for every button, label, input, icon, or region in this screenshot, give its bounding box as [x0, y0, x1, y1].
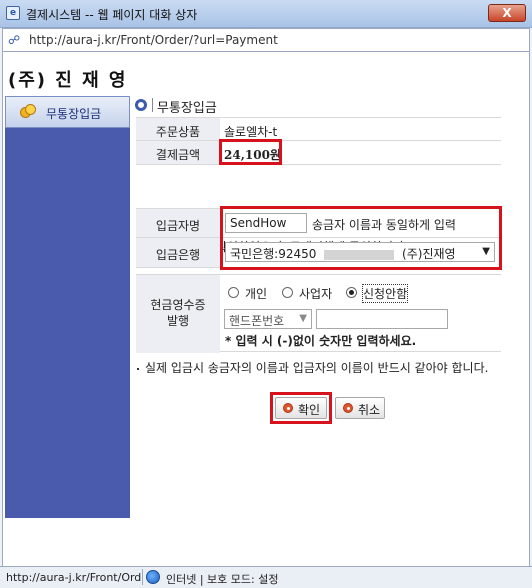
depositor-label: 입금자명 [136, 209, 220, 237]
close-button[interactable]: X [488, 4, 526, 22]
amount-highlight [219, 139, 282, 165]
status-bar: http://aura-j.kr/Front/Ord 인터넷 | 보호 모드: … [0, 566, 532, 588]
ring-bullet-icon [135, 99, 147, 111]
amount-label: 결제금액 [136, 141, 220, 164]
receipt-number-input[interactable] [316, 309, 448, 329]
window-titlebar: e 결제시스템 -- 웹 페이지 대화 상자 X [0, 0, 532, 28]
security-zone: 인터넷 | 보호 모드: 설정 [166, 573, 279, 586]
cash-receipt-label: 현금영수증 발행 [136, 275, 220, 353]
sidebar: 무통장입금 [5, 96, 130, 518]
notice-body: 실제 입금시 송금자의 이름과 입금자의 이름이 반드시 같아야 합니다. [145, 361, 489, 375]
dropdown-arrow-icon: ▼ [299, 313, 307, 324]
cancel-button[interactable]: 취소 [335, 397, 385, 419]
ie-icon: e [6, 6, 20, 20]
receipt-type-select[interactable]: 핸드폰번호 ▼ [224, 309, 312, 329]
radio-business-label: 사업자 [299, 287, 333, 301]
product-row: 주문상품 솔로엘차-t [136, 117, 501, 141]
page-icon: ☍ [8, 33, 21, 47]
product-label: 주문상품 [136, 118, 220, 140]
divider [152, 98, 153, 112]
radio-none[interactable] [346, 287, 357, 298]
amount-row: 결제금액 24,100원 [136, 141, 501, 165]
sidebar-item-bank-transfer[interactable]: 무통장입금 [5, 96, 130, 128]
radio-personal-label: 개인 [245, 287, 268, 301]
company-name: (주) 진 재 영 [8, 70, 128, 91]
cancel-label: 취소 [358, 403, 381, 417]
depositor-highlight [220, 206, 502, 270]
bullet [137, 367, 139, 370]
radio-personal[interactable] [228, 287, 239, 298]
sidebar-item-label: 무통장입금 [46, 107, 102, 121]
confirm-highlight [270, 392, 332, 424]
cash-receipt-label-line2: 발행 [166, 314, 190, 328]
address-url: http://aura-j.kr/Front/Order/?url=Paymen… [29, 33, 278, 47]
radio-business[interactable] [282, 287, 293, 298]
bank-label: 입금은행 [136, 238, 220, 267]
divider [142, 569, 143, 585]
bullet-icon [343, 403, 353, 413]
receipt-type-value: 핸드폰번호 [229, 314, 285, 328]
radio-none-label: 신청안함 [361, 284, 409, 303]
address-bar: ☍ http://aura-j.kr/Front/Order/?url=Paym… [2, 28, 530, 52]
globe-icon [146, 570, 160, 584]
coins-icon [20, 104, 36, 120]
product-value: 솔로엘차-t [224, 125, 278, 139]
page-content: (주) 진 재 영 무통장입금 무통장입금 주문상품 솔로엘차-t 결제금액 2… [2, 52, 530, 566]
notice-text: 실제 입금시 송금자의 이름과 입금자의 이름이 반드시 같아야 합니다. [137, 360, 507, 376]
receipt-note: * 입력 시 (-)없이 숫자만 입력하세요. [225, 334, 417, 348]
section-title: 무통장입금 [157, 101, 217, 116]
cash-receipt-label-line1: 현금영수증 [150, 298, 206, 312]
window-title: 결제시스템 -- 웹 페이지 대화 상자 [26, 8, 198, 22]
status-url: http://aura-j.kr/Front/Ord [6, 571, 142, 584]
